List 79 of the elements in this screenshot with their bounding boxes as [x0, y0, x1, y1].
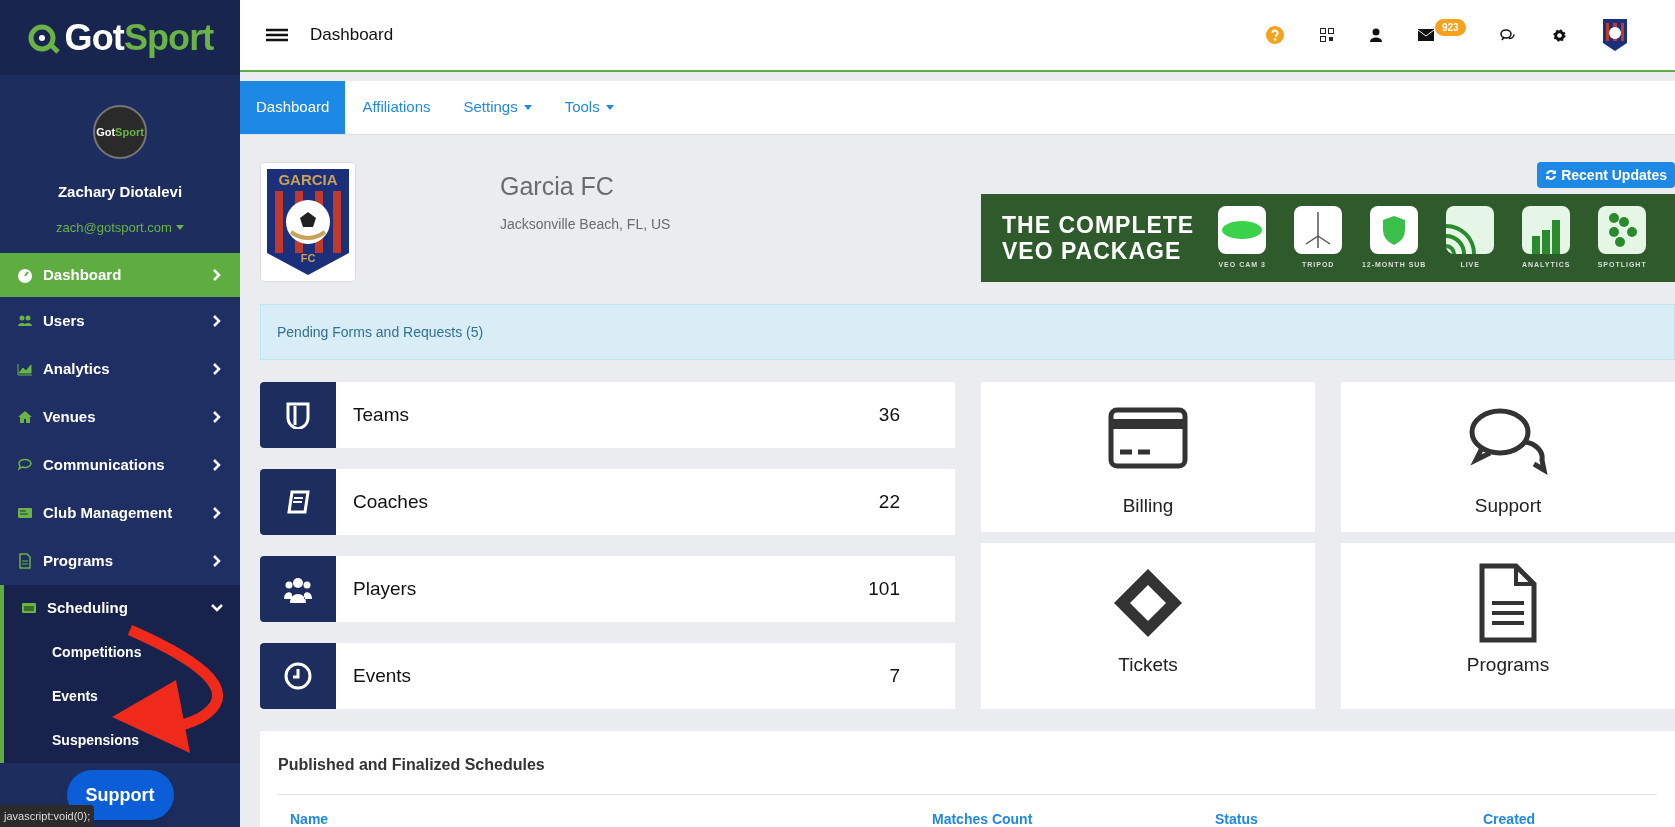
stat-card[interactable]: Coaches 22: [260, 469, 955, 535]
user-name: Zachary Diotalevi: [57, 182, 183, 202]
club-crest-icon: [1603, 19, 1627, 51]
qr-code-icon: [1320, 28, 1334, 42]
help-icon: [1266, 26, 1284, 44]
chevron-right-icon: [211, 411, 223, 424]
club-crest: GARCIA FC: [265, 167, 351, 277]
gauge-icon: [17, 267, 33, 284]
column-header[interactable]: Matches Count: [932, 811, 1033, 827]
stat-count: 101: [868, 576, 900, 601]
dots-icon: [1598, 205, 1647, 254]
chevron-down-icon: [211, 601, 223, 614]
signal-icon: [1446, 205, 1495, 254]
submenu-item[interactable]: Events: [4, 675, 240, 719]
sidebar-item[interactable]: Programs: [0, 536, 240, 585]
notification-badge: 923: [1435, 19, 1466, 36]
column-header[interactable]: Status: [1215, 811, 1258, 827]
chevron-right-icon: [211, 554, 223, 567]
column-header[interactable]: Name: [290, 811, 329, 827]
sidebar-item[interactable]: Scheduling: [0, 584, 240, 631]
clock-icon: [284, 662, 312, 690]
refresh-icon: [1545, 169, 1558, 181]
panel-title: Published and Finalized Schedules: [278, 755, 546, 775]
stat-count: 36: [878, 402, 900, 427]
submenu-item[interactable]: Competitions: [4, 631, 240, 675]
page-title: Dashboard: [310, 24, 395, 47]
shield-icon: [1370, 205, 1419, 254]
tile-card[interactable]: Tickets: [981, 542, 1315, 709]
tab[interactable]: Dashboard: [240, 81, 346, 134]
settings-icon: [1552, 27, 1567, 43]
column-header[interactable]: Created: [1483, 811, 1536, 827]
tile-card[interactable]: Support: [1341, 382, 1675, 532]
home-icon: [17, 409, 33, 426]
menu-icon: [266, 27, 290, 43]
people-icon: [284, 575, 312, 603]
sidebar-item[interactable]: Club Management: [0, 489, 240, 537]
link-preview: javascript:void(0);: [0, 804, 95, 827]
chat-icon: [17, 457, 33, 473]
sidebar-item[interactable]: Venues: [0, 393, 240, 442]
stat-card[interactable]: Teams 36: [260, 382, 955, 448]
avatar: GotSport: [93, 105, 147, 159]
chevron-right-icon: [211, 459, 223, 471]
stat-count: 7: [889, 663, 900, 688]
club-location: Jacksonville Beach, FL, US: [500, 214, 671, 234]
book-icon: [284, 488, 312, 516]
ad-headline: VEO PACKAGE: [1002, 238, 1183, 264]
submenu-item[interactable]: Suspensions: [4, 719, 240, 763]
tab[interactable]: Tools: [548, 81, 630, 134]
alert-banner[interactable]: Pending Forms and Requests (5): [260, 304, 1675, 360]
tab[interactable]: Settings: [447, 81, 548, 134]
card-icon: [17, 505, 33, 521]
chevron-right-icon: [211, 269, 223, 282]
caret-icon: [175, 224, 184, 230]
tile-card[interactable]: Billing: [981, 382, 1315, 532]
tab[interactable]: Affiliations: [346, 81, 447, 134]
sidebar-item[interactable]: Users: [0, 297, 240, 346]
camera-icon: [1218, 205, 1267, 254]
chevron-right-icon: [211, 507, 223, 519]
document-icon: [17, 552, 33, 569]
stat-count: 22: [878, 489, 900, 514]
bar-chart-icon: [1522, 205, 1571, 254]
club-name: Garcia FC: [500, 171, 615, 202]
stat-card[interactable]: Players 101: [260, 556, 955, 622]
tripod-icon: [1294, 205, 1343, 254]
envelope-icon: [1418, 29, 1434, 41]
stat-card[interactable]: Events 7: [260, 643, 955, 709]
shield-icon: [284, 401, 312, 429]
email-dropdown[interactable]: zach@gotsport.com: [56, 217, 184, 237]
ad-headline: THE COMPLETE: [1002, 212, 1195, 238]
sidebar-item[interactable]: Analytics: [0, 345, 240, 394]
sidebar-item[interactable]: Communications: [0, 441, 240, 489]
chart-icon: [17, 361, 33, 378]
chevron-right-icon: [211, 363, 223, 376]
logo-text: GotSport: [64, 19, 214, 56]
chevron-right-icon: [211, 315, 223, 328]
user-icon: [1370, 28, 1382, 42]
recent-updates-button[interactable]: Recent Updates: [1537, 162, 1675, 188]
chat-icon: [1500, 28, 1516, 42]
tile-card[interactable]: Programs: [1341, 542, 1675, 709]
